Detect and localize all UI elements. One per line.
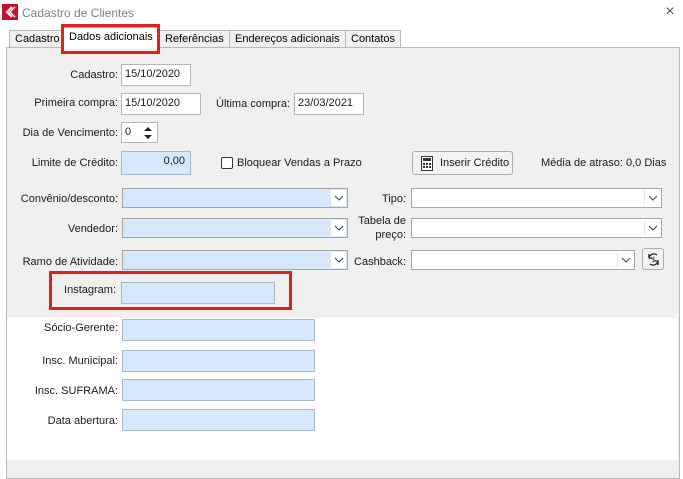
tabela-preco-select[interactable] [411, 218, 662, 238]
chevron-down-icon [621, 257, 631, 263]
cashback-button[interactable]: $ [642, 248, 664, 270]
tab-cadastro[interactable]: Cadastro [9, 30, 66, 48]
refresh-money-icon: $ [648, 253, 659, 266]
bloquear-vendas-checkbox[interactable] [221, 157, 233, 169]
tabela-preco-dropdown-arrow[interactable] [644, 220, 660, 236]
chevron-down-icon [648, 195, 658, 201]
ramo-dropdown-arrow[interactable] [330, 252, 346, 268]
dia-vencimento-label: Dia de Vencimento: [22, 127, 118, 139]
insc-suframa-label: Insc. SUFRAMA: [34, 385, 118, 397]
insc-suframa-field[interactable] [122, 379, 315, 401]
ramo-atividade-label: Ramo de Atividade: [22, 256, 118, 268]
tab-contatos[interactable]: Contatos [345, 30, 402, 48]
dia-vencimento-spinner[interactable]: 0 [121, 122, 158, 143]
cadastro-date-field[interactable]: 15/10/2020 [121, 64, 191, 86]
window-title: Cadastro de Clientes [22, 6, 135, 20]
socio-gerente-field[interactable] [122, 319, 315, 341]
cadastro-label: Cadastro: [70, 69, 118, 81]
ultima-compra-field[interactable]: 23/03/2021 [294, 93, 364, 115]
limite-credito-field[interactable]: 0,00 [121, 151, 191, 175]
convenio-dropdown-arrow[interactable] [330, 190, 346, 206]
cashback-label: Cashback: [354, 256, 406, 268]
spin-arrows-icon[interactable] [142, 125, 154, 141]
tab-enderecos-adicionais[interactable]: Endereços adicionais [229, 30, 346, 48]
vendedor-label: Vendedor: [67, 223, 118, 235]
tab-highlight-box [61, 24, 160, 54]
instagram-highlight-box [49, 271, 292, 310]
tipo-dropdown-arrow[interactable] [644, 190, 660, 206]
inserir-credito-button[interactable]: Inserir Crédito [412, 151, 513, 175]
cashback-select[interactable] [411, 250, 635, 270]
vendedor-select[interactable] [122, 218, 348, 238]
insc-municipal-label: Insc. Municipal: [42, 355, 118, 367]
data-abertura-field[interactable] [122, 409, 315, 431]
socio-gerente-label: Sócio-Gerente: [44, 322, 118, 334]
ramo-atividade-select[interactable] [122, 250, 348, 270]
convenio-label: Convênio/desconto: [20, 193, 118, 205]
primeira-compra-field[interactable]: 15/10/2020 [121, 93, 201, 115]
calculator-icon [421, 156, 433, 171]
svg-text:$: $ [651, 256, 655, 264]
chevron-down-icon [334, 257, 344, 263]
app-logo-icon [2, 4, 18, 20]
tabela-preco-label-line2: preço: [375, 229, 406, 241]
tipo-select[interactable] [411, 188, 662, 208]
inserir-credito-label: Inserir Crédito [440, 157, 510, 169]
tipo-label: Tipo: [381, 193, 406, 205]
ultima-compra-label: Última compra: [216, 98, 290, 110]
convenio-select[interactable] [122, 188, 348, 208]
limite-credito-label: Limite de Crédito: [31, 157, 118, 169]
dia-vencimento-value: 0 [125, 126, 132, 138]
tab-referencias[interactable]: Referências [159, 30, 230, 48]
media-atraso-text: Média de atraso: 0,0 Dias [541, 157, 667, 169]
vendedor-dropdown-arrow[interactable] [330, 220, 346, 236]
chevron-down-icon [648, 225, 658, 231]
chevron-down-icon [334, 225, 344, 231]
close-icon[interactable]: × [661, 3, 679, 21]
primeira-compra-label: Primeira compra: [34, 97, 118, 109]
chevron-down-icon [334, 195, 344, 201]
cashback-dropdown-arrow[interactable] [617, 252, 633, 268]
bloquear-vendas-label: Bloquear Vendas a Prazo [237, 157, 362, 169]
insc-municipal-field[interactable] [122, 350, 315, 372]
data-abertura-label: Data abertura: [47, 415, 118, 427]
tabela-preco-label-line1: Tabela de [358, 215, 406, 227]
